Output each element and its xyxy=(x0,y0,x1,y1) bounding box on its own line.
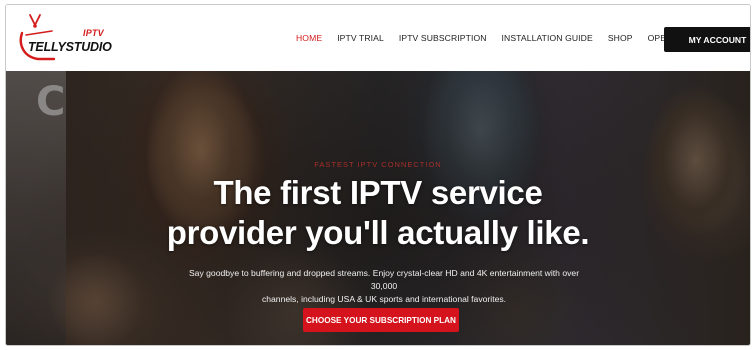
logo-tag: IPTV xyxy=(83,28,104,38)
hero-subtext-line-2: channels, including USA & UK sports and … xyxy=(261,294,507,304)
tv-antenna-icon xyxy=(19,14,56,61)
hero-subtext: Say goodbye to buffering and dropped str… xyxy=(176,267,592,306)
choose-subscription-plan-button[interactable]: CHOOSE YOUR SUBSCRIPTION PLAN xyxy=(303,308,459,332)
hero-subtext-line-1: Say goodbye to buffering and dropped str… xyxy=(188,268,580,291)
hero-headline-line-1: The first IPTV service xyxy=(213,174,543,211)
logo-name: TELLYSTUDIO xyxy=(28,40,112,54)
main-nav: HOME IPTV TRIAL IPTV SUBSCRIPTION INSTAL… xyxy=(296,5,728,71)
nav-item-iptv-trial[interactable]: IPTV TRIAL xyxy=(337,33,384,43)
my-account-button[interactable]: MY ACCOUNT xyxy=(664,27,750,52)
hero-section: C FASTEST IPTV CONNECTION The first IPTV… xyxy=(6,71,750,345)
nav-item-shop[interactable]: SHOP xyxy=(608,33,633,43)
nav-item-installation-guide[interactable]: INSTALLATION GUIDE xyxy=(502,33,593,43)
hero-eyebrow: FASTEST IPTV CONNECTION xyxy=(314,160,442,169)
browser-frame: IPTV TELLYSTUDIO HOME IPTV TRIAL IPTV SU… xyxy=(5,4,751,346)
nav-item-iptv-subscription[interactable]: IPTV SUBSCRIPTION xyxy=(399,33,487,43)
hero-headline: The first IPTV service provider you'll a… xyxy=(6,173,750,253)
site-header: IPTV TELLYSTUDIO HOME IPTV TRIAL IPTV SU… xyxy=(6,5,750,71)
nav-item-home[interactable]: HOME xyxy=(296,33,322,43)
hero-headline-line-2: provider you'll actually like. xyxy=(166,214,590,251)
site-logo[interactable]: IPTV TELLYSTUDIO xyxy=(16,11,112,67)
